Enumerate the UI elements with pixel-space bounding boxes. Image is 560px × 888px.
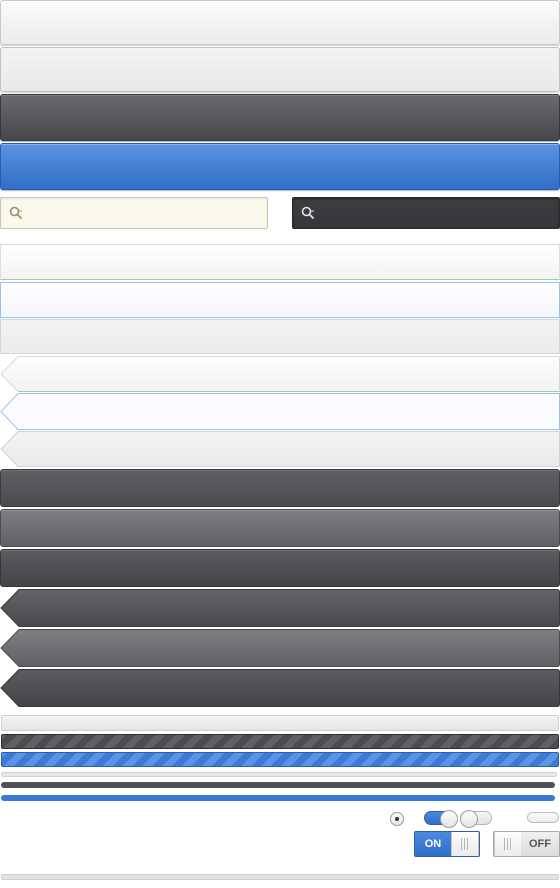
toggle-knob [440, 810, 458, 828]
search-input-light[interactable] [29, 202, 263, 226]
grip-lines-icon [494, 832, 522, 856]
mini-toggle-off[interactable] [460, 810, 492, 828]
mini-toggle-on[interactable] [424, 810, 458, 828]
toolbar-light-top [0, 0, 560, 45]
toolbar-light-secondary [0, 47, 560, 92]
list-row-dark-highlighted[interactable] [0, 509, 560, 547]
switch-on-label: ON [415, 832, 451, 856]
list-row-light-focused[interactable] [0, 282, 560, 318]
list-row-dark[interactable] [0, 469, 560, 507]
toolbar-blue [0, 143, 560, 190]
list-row-dark-pressed[interactable] [0, 549, 560, 587]
switch-off-label: OFF [521, 832, 559, 856]
radio-button-selected[interactable] [390, 812, 404, 826]
search-field-light[interactable] [0, 197, 268, 229]
list-row-light-valid[interactable] [0, 244, 560, 280]
back-button-light-focused[interactable] [0, 393, 560, 430]
progress-bar-dark-striped [1, 734, 559, 749]
back-button-dark-highlighted[interactable] [0, 629, 560, 667]
search-field-dark[interactable] [292, 197, 560, 229]
slider-track-blue[interactable] [1, 795, 555, 801]
back-button-shape [0, 629, 560, 667]
back-button-dark-pressed[interactable] [0, 669, 560, 707]
back-button-shape [0, 669, 560, 707]
switch-off[interactable]: OFF [493, 831, 560, 857]
pill-button[interactable] [527, 812, 559, 823]
search-icon [301, 206, 315, 220]
list-row-light-pressed[interactable] [0, 319, 560, 354]
progress-track-empty [1, 715, 559, 731]
back-button-dark[interactable] [0, 589, 560, 627]
toolbar-dark [0, 94, 560, 141]
search-icon [9, 206, 23, 220]
bottom-divider [1, 874, 559, 880]
toggle-knob [460, 810, 478, 828]
search-input-dark[interactable] [321, 202, 555, 226]
back-button-light-valid[interactable] [0, 356, 560, 392]
radio-dot-icon [395, 817, 399, 821]
back-button-shape [0, 431, 560, 467]
back-button-light-pressed[interactable] [0, 431, 560, 467]
switch-on[interactable]: ON [414, 831, 480, 857]
slider-track-dark[interactable] [1, 782, 555, 788]
grip-lines-icon [451, 832, 479, 856]
progress-bar-blue-striped [1, 752, 559, 767]
back-button-shape [0, 589, 560, 627]
back-button-shape [0, 393, 560, 430]
back-button-shape [0, 356, 560, 392]
slider-track-light[interactable] [1, 772, 557, 777]
